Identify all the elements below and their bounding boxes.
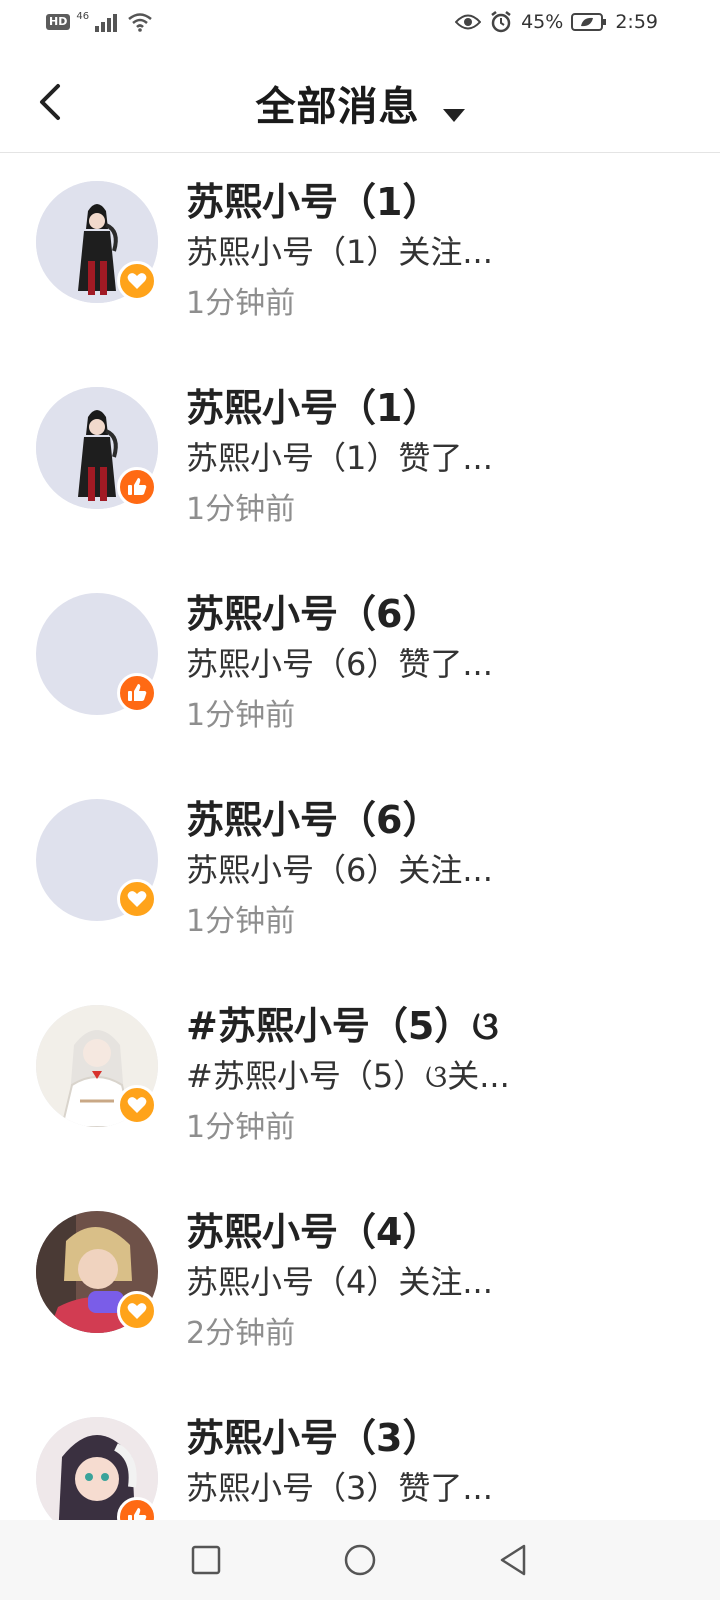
message-time: 2分钟前 bbox=[186, 1316, 296, 1351]
message-time: 1分钟前 bbox=[186, 904, 296, 939]
message-time: 1分钟前 bbox=[186, 286, 296, 321]
message-item[interactable]: #苏熙小号（5）ଓ #苏熙小号（5）ଓ关... 1分钟前 bbox=[0, 977, 720, 1183]
back-nav-icon[interactable] bbox=[494, 1540, 534, 1580]
message-item[interactable]: 苏熙小号（1） 苏熙小号（1）赞了... 1分钟前 bbox=[0, 359, 720, 565]
network-type: 46 bbox=[76, 10, 90, 22]
eye-icon bbox=[455, 14, 482, 30]
heart-icon bbox=[127, 891, 147, 907]
follow-badge bbox=[117, 879, 157, 919]
message-item[interactable]: 苏熙小号（4） 苏熙小号（4）关注... 2分钟前 bbox=[0, 1183, 720, 1389]
message-item[interactable]: 苏熙小号（6） 苏熙小号（6）赞了... 1分钟前 bbox=[0, 565, 720, 771]
message-preview: 苏熙小号（6）关注... bbox=[186, 851, 493, 889]
follow-badge bbox=[117, 261, 157, 301]
battery-percent: 45% bbox=[521, 11, 564, 33]
sender-name: 苏熙小号（6） bbox=[186, 798, 441, 842]
thumbs-up-icon bbox=[128, 478, 147, 495]
recent-apps-icon[interactable] bbox=[186, 1540, 226, 1580]
heart-icon bbox=[127, 273, 147, 289]
message-preview: 苏熙小号（1）关注... bbox=[186, 233, 493, 271]
wifi-icon bbox=[128, 13, 152, 32]
status-right: 45% 2:59 bbox=[455, 10, 658, 34]
sender-name: 苏熙小号（4） bbox=[186, 1210, 441, 1254]
heart-icon bbox=[127, 1303, 147, 1319]
signal-icon bbox=[95, 14, 118, 32]
message-preview: #苏熙小号（5）ଓ关... bbox=[186, 1057, 510, 1095]
hd-indicator: HD bbox=[46, 14, 71, 30]
alarm-icon bbox=[491, 11, 511, 33]
sender-name: 苏熙小号（1） bbox=[186, 180, 441, 224]
thumbs-up-icon bbox=[128, 684, 147, 701]
sender-name: #苏熙小号（5）ଓ bbox=[186, 1004, 499, 1048]
battery-icon bbox=[571, 13, 607, 31]
page-title: 全部消息 bbox=[255, 84, 420, 130]
follow-badge bbox=[117, 1085, 157, 1125]
message-list: 苏熙小号（1） 苏熙小号（1）关注... 1分钟前 苏熙小号（1） 苏熙小号（1… bbox=[0, 153, 720, 1595]
sender-name: 苏熙小号（1） bbox=[186, 386, 441, 430]
message-time: 1分钟前 bbox=[186, 698, 296, 733]
like-badge bbox=[117, 673, 157, 713]
message-item[interactable]: 苏熙小号（1） 苏熙小号（1）关注... 1分钟前 bbox=[0, 153, 720, 359]
message-time: 1分钟前 bbox=[186, 1110, 296, 1145]
message-item[interactable]: 苏熙小号（6） 苏熙小号（6）关注... 1分钟前 bbox=[0, 771, 720, 977]
message-preview: 苏熙小号（4）关注... bbox=[186, 1263, 493, 1301]
dropdown-arrow-icon bbox=[442, 108, 465, 122]
status-left: HD 46 bbox=[46, 10, 153, 32]
follow-badge bbox=[117, 1291, 157, 1331]
message-time: 1分钟前 bbox=[186, 492, 296, 527]
sender-name: 苏熙小号（3） bbox=[186, 1416, 441, 1460]
home-icon[interactable] bbox=[340, 1540, 380, 1580]
heart-icon bbox=[127, 1097, 147, 1113]
message-preview: 苏熙小号（1）赞了... bbox=[186, 439, 493, 477]
system-nav-bar bbox=[0, 1520, 720, 1600]
status-bar: HD 46 45% 2:59 bbox=[0, 0, 720, 50]
sender-name: 苏熙小号（6） bbox=[186, 592, 441, 636]
message-preview: 苏熙小号（6）赞了... bbox=[186, 645, 493, 683]
title-selector[interactable]: 全部消息 bbox=[0, 74, 720, 132]
message-preview: 苏熙小号（3）赞了... bbox=[186, 1469, 493, 1507]
like-badge bbox=[117, 467, 157, 507]
app-header: 全部消息 bbox=[0, 52, 720, 153]
clock: 2:59 bbox=[615, 11, 658, 33]
